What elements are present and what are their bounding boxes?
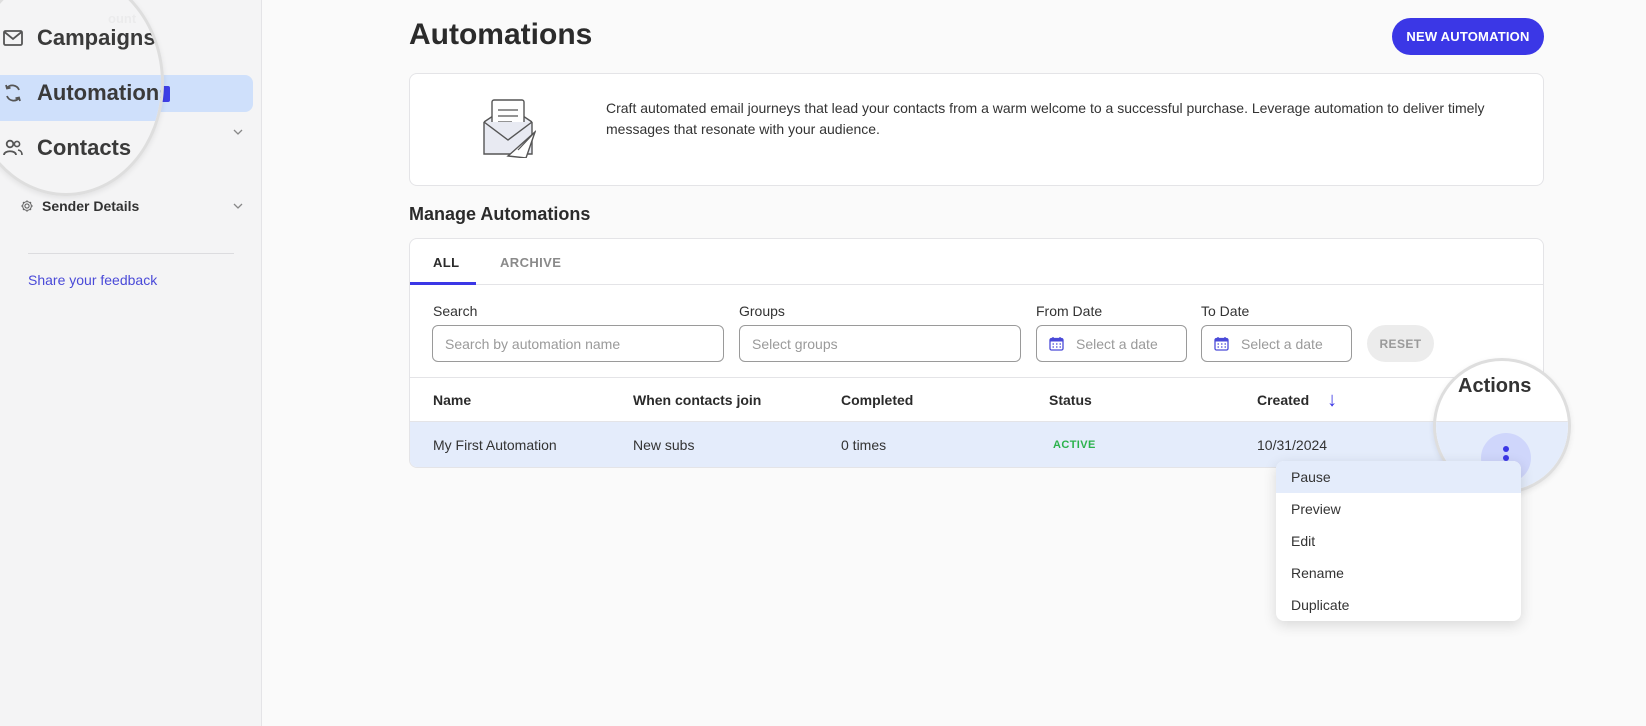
tab-archive[interactable]: ARCHIVE [500, 239, 561, 285]
column-header-when[interactable]: When contacts join [633, 378, 761, 422]
to-date-label: To Date [1201, 303, 1250, 319]
page-title: Automations [409, 18, 593, 51]
section-title: Manage Automations [409, 204, 591, 224]
mail-icon [3, 30, 23, 46]
sidebar-item-label: Contacts [37, 135, 132, 160]
menu-item-edit[interactable]: Edit [1276, 525, 1521, 557]
contacts-icon [3, 139, 23, 156]
menu-item-duplicate[interactable]: Duplicate [1276, 589, 1521, 621]
sidebar-item-label: Sender Details [42, 198, 140, 214]
cell-when: New subs [633, 437, 695, 453]
sidebar-item-label: Campaigns [37, 25, 156, 50]
tab-all[interactable]: ALL [433, 239, 459, 285]
sidebar-divider [28, 253, 234, 254]
sidebar-item-automations[interactable]: Automations [3, 80, 164, 106]
intro-text: Craft automated email journeys that lead… [606, 100, 1485, 137]
status-text: ACTIVE [1053, 439, 1096, 451]
calendar-icon [1049, 337, 1064, 351]
to-date-placeholder: Select a date [1241, 335, 1323, 352]
search-label: Search [433, 303, 478, 319]
cell-completed: 0 times [841, 437, 887, 453]
from-date-label: From Date [1036, 303, 1103, 319]
envelope-paper-plane-icon [483, 99, 536, 158]
sync-icon [5, 84, 21, 102]
sidebar-item-label: Automations [37, 80, 164, 105]
search-placeholder: Search by automation name [445, 335, 621, 352]
sidebar-item-contacts[interactable]: Contacts [3, 135, 131, 161]
sort-arrow-icon[interactable]: ↓ [1327, 389, 1337, 412]
column-header-completed[interactable]: Completed [841, 378, 913, 422]
table-header: Name When contacts join Completed Status… [410, 377, 1543, 422]
to-date-picker[interactable]: Select a date [1201, 325, 1352, 362]
intro-card: Craft automated email journeys that lead… [409, 73, 1544, 186]
manage-panel: ALL ARCHIVE Search Search by automation … [409, 238, 1544, 468]
search-input[interactable]: Search by automation name [432, 325, 724, 362]
actions-dropdown-menu: Pause Preview Edit Rename Duplicate [1276, 461, 1521, 621]
menu-item-preview[interactable]: Preview [1276, 493, 1521, 525]
groups-label: Groups [739, 303, 785, 319]
column-header-label: Created [1257, 392, 1310, 408]
groups-select[interactable]: Select groups [739, 325, 1021, 362]
tab-active-underline [410, 282, 476, 285]
calendar-icon [1214, 337, 1229, 351]
chevron-down-icon[interactable] [232, 126, 244, 138]
menu-item-pause[interactable]: Pause [1276, 461, 1521, 493]
sidebar-item-campaigns[interactable]: Campaigns [3, 25, 156, 51]
menu-item-rename[interactable]: Rename [1276, 557, 1521, 589]
new-automation-button[interactable]: NEW AUTOMATION [1392, 18, 1544, 55]
column-header-created[interactable]: Created ↓ [1257, 378, 1337, 422]
reset-button[interactable]: RESET [1367, 325, 1434, 362]
tab-bar: ALL ARCHIVE [410, 239, 1543, 285]
gear-icon [21, 200, 33, 212]
groups-placeholder: Select groups [752, 335, 838, 352]
sidebar-magnifier: Campaigns Automations Contacts [0, 0, 164, 196]
from-date-placeholder: Select a date [1076, 335, 1158, 352]
column-header-name[interactable]: Name [433, 378, 471, 422]
column-header-actions: Actions [1458, 375, 1532, 397]
status-badge: ACTIVE [1053, 422, 1096, 467]
column-header-status[interactable]: Status [1049, 378, 1092, 422]
sidebar-item-sender-details[interactable]: Sender Details [20, 198, 139, 214]
feedback-link[interactable]: Share your feedback [28, 272, 157, 288]
chevron-down-icon[interactable] [232, 200, 244, 212]
cell-name: My First Automation [433, 437, 557, 453]
from-date-picker[interactable]: Select a date [1036, 325, 1187, 362]
sidebar: ount Sender Details Share your feedback … [0, 0, 262, 726]
